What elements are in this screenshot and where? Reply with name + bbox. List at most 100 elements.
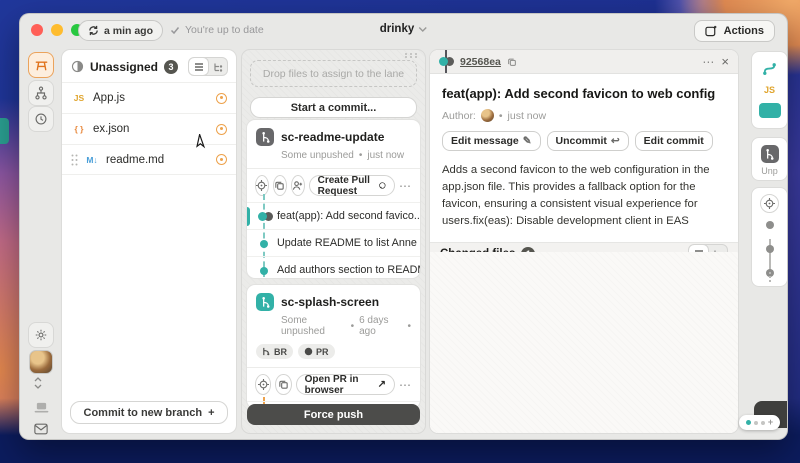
assign-reviewer-button[interactable] (291, 175, 305, 196)
branch-toolbar: Create Pull Request ⋯ (247, 168, 420, 202)
focus-branch-button[interactable] (255, 374, 271, 395)
project-switcher[interactable]: drinky (380, 23, 428, 35)
sync-icon (88, 25, 99, 36)
branch-header[interactable]: sc-readme-update (247, 120, 420, 146)
commit-row-selected[interactable]: feat(app): Add second favico... ⋯ (247, 202, 420, 229)
branch-badges: BR PR (247, 344, 420, 367)
target-icon (256, 180, 267, 191)
edit-commit-label: Edit commit (644, 135, 704, 147)
create-pull-request-button[interactable]: Create Pull Request (309, 175, 395, 196)
branch-menu-button[interactable]: ⋯ (399, 179, 412, 193)
branch-status: Some unpushed (281, 315, 346, 337)
commit-to-new-branch-label: Commit to new branch (84, 407, 203, 419)
gitbutler-window: a min ago You're up to date drinky Actio… (19, 13, 788, 440)
commit-action-buttons: Edit message ✎ Uncommit ↩ Edit commit (430, 122, 738, 151)
js-file-icon: JS (71, 93, 87, 103)
half-circle-icon (71, 60, 84, 73)
branch-time: just now (367, 150, 404, 161)
json-file-icon: { } (71, 124, 87, 134)
branch-name: sc-splash-screen (281, 295, 379, 309)
plus-icon: + (208, 407, 214, 419)
meta-separator: • (499, 110, 503, 122)
file-row-appjs[interactable]: JS App.js (62, 82, 236, 113)
uncommit-label: Uncommit (556, 135, 607, 147)
pr-badge[interactable]: PR (298, 344, 335, 359)
drag-handle-icon[interactable] (71, 154, 78, 166)
file-row-readme[interactable]: M↓ readme.md (62, 144, 236, 175)
rail-collapse-button[interactable] (33, 376, 43, 390)
branches-tab[interactable] (28, 80, 54, 106)
actions-button[interactable]: Actions (694, 20, 775, 42)
file-row-exjson[interactable]: { } ex.json (62, 113, 236, 144)
create-pr-label: Create Pull Request (318, 175, 376, 197)
branch-menu-button[interactable]: ⋯ (399, 378, 412, 392)
commit-title: Add authors section to README file (277, 264, 420, 276)
lane-pagination[interactable]: + (739, 415, 780, 430)
lane-dot[interactable] (754, 421, 758, 425)
active-lane-dot[interactable] (746, 420, 751, 425)
settings-button[interactable] (28, 322, 54, 348)
uncommit-button[interactable]: Uncommit ↩ (547, 131, 629, 151)
commit-to-new-branch-button[interactable]: Commit to new branch + (70, 401, 228, 424)
minimize-window-button[interactable] (51, 24, 63, 36)
unpushed-label: Unp (761, 166, 778, 176)
lane-drag-handle[interactable] (404, 53, 418, 58)
unassigned-count-badge: 3 (164, 60, 178, 74)
target-icon (764, 198, 775, 209)
commit-detail-menu-button[interactable]: ⋯ (702, 55, 715, 69)
commit-row[interactable]: Add authors section to README file (247, 256, 420, 279)
branch-time: 6 days ago (359, 315, 402, 337)
close-detail-button[interactable]: × (721, 55, 729, 68)
edit-commit-button[interactable]: Edit commit (635, 131, 713, 151)
collapsed-assignments-card[interactable]: JS (751, 51, 788, 129)
lane-dropzone[interactable]: Drop files to assign to the lane (250, 60, 417, 87)
modified-status-icon (216, 124, 227, 135)
collapsed-branch-card[interactable]: Unp (751, 137, 788, 181)
sync-button[interactable]: a min ago (78, 20, 163, 41)
commit-dot-icon (260, 267, 268, 275)
force-push-button[interactable]: Force push (247, 404, 420, 425)
collapsed-graph-card[interactable] (751, 187, 788, 287)
md-file-icon: M↓ (84, 155, 100, 165)
project-name: drinky (380, 23, 415, 35)
branch-meta: Some unpushed • 6 days ago • (247, 311, 420, 344)
github-icon (304, 347, 313, 356)
user-avatar[interactable] (29, 350, 53, 374)
pencil-icon: ✎ (523, 135, 532, 147)
focus-branch-button[interactable] (760, 194, 779, 213)
copy-branch-button[interactable] (275, 374, 291, 395)
sync-time-label: a min ago (104, 25, 153, 37)
tree-view-button[interactable] (208, 58, 227, 75)
open-pr-in-browser-button[interactable]: Open PR in browser ↗ (296, 374, 395, 395)
branch-name: sc-readme-update (281, 130, 384, 144)
add-lane-button[interactable]: + (768, 418, 773, 427)
laptop-icon (34, 401, 49, 414)
butler-icon (34, 58, 49, 73)
commit-dot-icon (766, 245, 774, 253)
history-tab[interactable] (28, 106, 54, 132)
commit-sha-link[interactable]: 92568ea (460, 56, 501, 68)
github-icon (379, 180, 386, 191)
local-branch-icon (761, 145, 779, 163)
workspace-tab[interactable] (28, 52, 54, 78)
edit-message-button[interactable]: Edit message ✎ (442, 131, 541, 151)
target-icon (258, 379, 269, 390)
start-commit-button[interactable]: Start a commit... (250, 97, 417, 118)
collapsed-commit-graph (752, 213, 787, 286)
branch-header[interactable]: sc-splash-screen (247, 285, 420, 311)
branch-card-readme-update: sc-readme-update Some unpushed • just no… (246, 119, 421, 279)
branch-badge[interactable]: BR (256, 344, 293, 359)
copy-branch-button[interactable] (273, 175, 287, 196)
close-window-button[interactable] (31, 24, 43, 36)
list-view-button[interactable] (189, 58, 208, 75)
commit-title: feat(app): Add second favicon to web con… (430, 74, 738, 101)
lane-dot[interactable] (761, 421, 765, 425)
copy-sha-button[interactable] (507, 57, 517, 67)
commit-row[interactable]: Update README to list Anne as pr... (247, 229, 420, 256)
focus-branch-button[interactable] (255, 175, 269, 196)
feedback-button[interactable] (28, 416, 54, 440)
commit-detail-panel: 92568ea ⋯ × feat(app): Add second favico… (429, 49, 739, 434)
author-label: Author: (442, 110, 476, 122)
unassigned-panel: Unassigned 3 JS App.js { } ex.j (61, 49, 237, 434)
edit-message-label: Edit message (451, 135, 519, 147)
